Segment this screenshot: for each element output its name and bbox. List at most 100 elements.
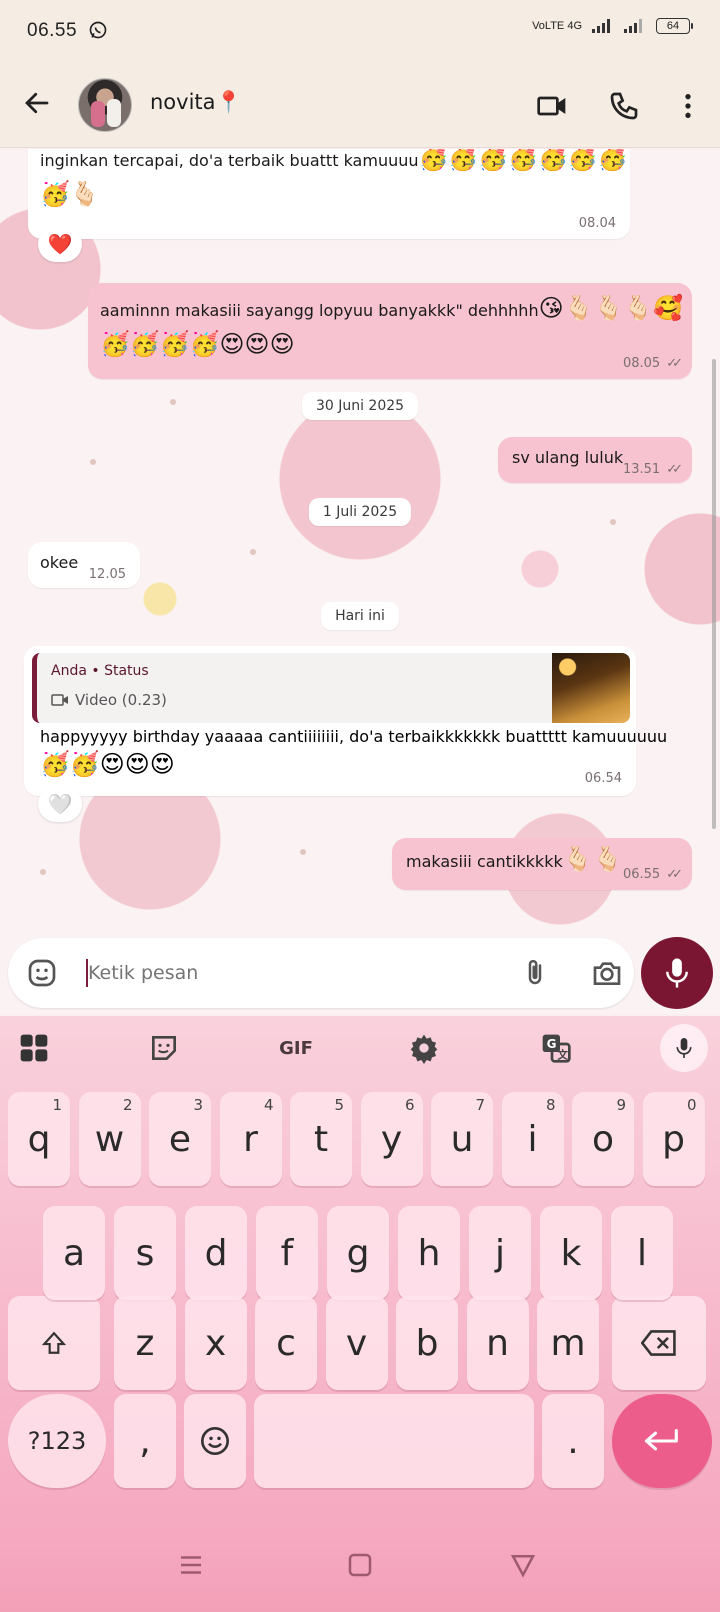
signal2-icon — [624, 19, 642, 33]
key-p[interactable]: p0 — [642, 1092, 705, 1186]
key-hint: 2 — [122, 1096, 133, 1114]
attach-icon[interactable] — [520, 957, 550, 989]
key-x[interactable]: x — [184, 1296, 247, 1390]
key-hint: 0 — [686, 1096, 697, 1114]
outgoing-message[interactable]: makasiii cantikkkkk🫰🏻🫰🏻 06.55 ✓✓ — [392, 838, 692, 890]
message-text: sv ulang luluk — [512, 448, 624, 467]
key-label: v — [345, 1322, 368, 1364]
contact-name[interactable]: novita📍 — [150, 90, 242, 115]
emoji-icon — [201, 1427, 229, 1455]
home-icon[interactable] — [345, 1550, 375, 1580]
recent-apps-icon[interactable] — [176, 1550, 206, 1580]
symbols-key[interactable]: ?123 — [8, 1394, 106, 1488]
shift-icon — [41, 1331, 67, 1354]
message-text: aaminnn makasiii sayangg lopyuu banyakkk… — [100, 301, 539, 320]
key-g[interactable]: g — [327, 1206, 389, 1300]
key-n[interactable]: n — [466, 1296, 529, 1390]
translate-icon[interactable]: G文 — [540, 1032, 572, 1064]
network-label: VoLTE 4G — [532, 20, 582, 32]
camera-icon[interactable] — [590, 957, 624, 989]
reaction-badge[interactable]: ❤️ — [38, 226, 82, 262]
key-label: h — [417, 1232, 441, 1274]
key-label: a — [62, 1232, 86, 1274]
key-label: f — [280, 1232, 294, 1274]
key-m[interactable]: m — [537, 1296, 599, 1390]
backspace-key[interactable] — [612, 1296, 706, 1390]
key-label: x — [204, 1322, 227, 1364]
sticker-icon[interactable] — [148, 1032, 180, 1064]
incoming-message[interactable]: inginkan tercapai, do'a terbaik buattt k… — [28, 149, 630, 239]
key-j[interactable]: j — [469, 1206, 531, 1300]
chat-area[interactable]: inginkan tercapai, do'a terbaik buattt k… — [0, 149, 720, 1014]
battery-level: 64 — [666, 20, 680, 32]
key-u[interactable]: u7 — [431, 1092, 493, 1186]
back-arrow-icon[interactable] — [22, 88, 52, 118]
key-k[interactable]: k — [540, 1206, 602, 1300]
message-text: makasiii cantikkkkk — [406, 852, 563, 871]
key-h[interactable]: h — [398, 1206, 460, 1300]
key-a[interactable]: a — [43, 1206, 105, 1300]
message-text: inginkan tercapai, do'a terbaik buattt k… — [40, 151, 419, 170]
key-s[interactable]: s — [114, 1206, 176, 1300]
key-v[interactable]: v — [325, 1296, 388, 1390]
key-hint: 8 — [545, 1096, 556, 1114]
read-ticks-icon: ✓✓ — [666, 867, 683, 882]
message-time: 08.05 — [622, 356, 661, 371]
key-w[interactable]: w2 — [78, 1092, 141, 1186]
comma-key[interactable]: , — [114, 1394, 176, 1488]
key-b[interactable]: b — [396, 1296, 458, 1390]
key-q[interactable]: q1 — [8, 1092, 70, 1186]
key-label: c — [276, 1322, 296, 1364]
incoming-message[interactable]: okee 12.05 — [28, 542, 140, 588]
key-i[interactable]: i8 — [501, 1092, 564, 1186]
key-e[interactable]: e3 — [149, 1092, 211, 1186]
quote-video-label: Video (0.23) — [75, 691, 167, 709]
key-label: d — [204, 1232, 228, 1274]
scrollbar[interactable] — [712, 359, 716, 829]
phone-call-icon[interactable] — [608, 90, 640, 122]
settings-gear-icon[interactable] — [408, 1032, 440, 1064]
voice-typing-button[interactable] — [660, 1024, 708, 1072]
key-l[interactable]: l — [611, 1206, 673, 1300]
video-call-icon[interactable] — [536, 90, 568, 122]
key-t[interactable]: t5 — [290, 1092, 352, 1186]
space-key[interactable] — [254, 1394, 534, 1488]
message-input[interactable] — [88, 952, 488, 994]
reaction-badge[interactable]: 🤍 — [38, 786, 82, 822]
enter-key[interactable] — [612, 1394, 712, 1488]
key-c[interactable]: c — [255, 1296, 317, 1390]
date-separator: Hari ini — [321, 602, 399, 630]
apps-grid-icon[interactable] — [18, 1032, 50, 1064]
back-nav-icon[interactable] — [508, 1550, 538, 1580]
emoji-sticker-icon[interactable] — [26, 957, 58, 989]
key-hint: 6 — [404, 1096, 415, 1114]
message-time: 08.04 — [578, 216, 616, 231]
microphone-icon — [666, 958, 688, 988]
voice-record-button[interactable] — [641, 937, 713, 1009]
key-d[interactable]: d — [185, 1206, 247, 1300]
key-label: y — [380, 1118, 403, 1160]
shift-key[interactable] — [8, 1296, 100, 1390]
key-hint: 9 — [616, 1096, 626, 1114]
period-key[interactable]: . — [542, 1394, 604, 1488]
more-options-icon[interactable] — [672, 90, 704, 122]
key-o[interactable]: o9 — [572, 1092, 634, 1186]
signal-icon — [592, 19, 610, 33]
system-nav-bar — [0, 1522, 720, 1612]
emoji-key[interactable] — [184, 1394, 246, 1488]
quoted-status[interactable]: Anda • Status Video (0.23) — [32, 653, 630, 723]
outgoing-message[interactable]: sv ulang luluk 13.51 ✓✓ — [498, 437, 692, 483]
key-y[interactable]: y6 — [360, 1092, 423, 1186]
key-label: w — [94, 1118, 125, 1160]
key-f[interactable]: f — [256, 1206, 318, 1300]
key-label: i — [527, 1118, 538, 1160]
key-z[interactable]: z — [114, 1296, 176, 1390]
key-label: z — [135, 1322, 155, 1364]
gif-button[interactable]: GIF — [272, 1032, 320, 1064]
read-ticks-icon: ✓✓ — [666, 356, 683, 371]
avatar[interactable] — [78, 78, 132, 132]
message-emoji: 🥳🥳😍😍😍 — [40, 750, 175, 778]
key-hint: 5 — [334, 1096, 344, 1114]
outgoing-message[interactable]: aaminnn makasiii sayangg lopyuu banyakkk… — [88, 283, 692, 379]
key-r[interactable]: r4 — [219, 1092, 282, 1186]
